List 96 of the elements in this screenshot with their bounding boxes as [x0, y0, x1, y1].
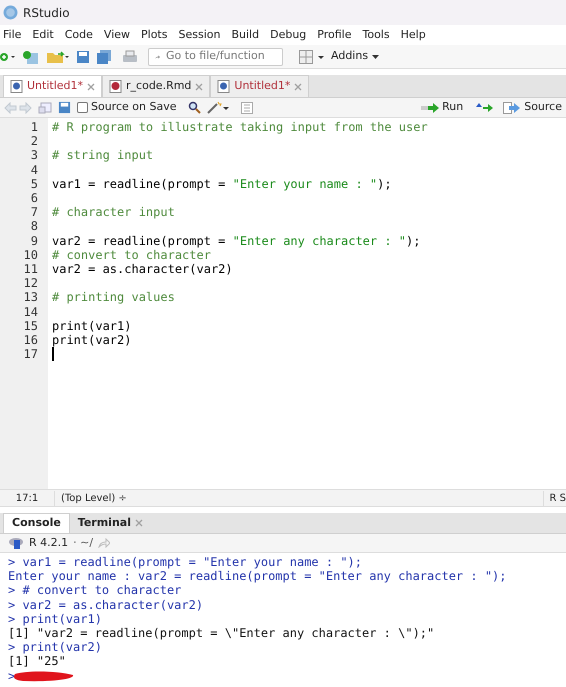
code-line: # R program to illustrate taking input from the user — [52, 120, 428, 134]
code-line: var2 = readline(prompt = "Enter any character : "); — [52, 234, 420, 248]
new-project-icon[interactable] — [22, 48, 40, 64]
console-line: > var1 = readline(prompt = "Enter your name : "); — [8, 555, 362, 570]
line-number: 16 — [22, 333, 39, 348]
search-icon[interactable] — [188, 101, 202, 114]
text-cursor — [52, 347, 54, 361]
source-button[interactable]: Source — [503, 99, 562, 116]
editor-tab[interactable]: r_code.Rmd — [102, 75, 210, 97]
r-logo-icon — [8, 537, 24, 549]
tab-label: Untitled1* — [27, 78, 84, 94]
code-line: # convert to character — [52, 248, 211, 262]
close-icon[interactable] — [87, 82, 96, 90]
working-directory: · ~/ — [73, 534, 94, 551]
save-icon[interactable] — [76, 50, 90, 64]
line-number: 9 — [30, 234, 39, 248]
addins-button[interactable]: Addins — [331, 48, 380, 65]
cursor-position: 17:1 — [0, 490, 55, 506]
go-to-directory-icon[interactable] — [98, 538, 110, 548]
run-arrow-icon — [421, 102, 440, 112]
line-number: 8 — [30, 219, 39, 234]
window-title: RStudio — [23, 4, 70, 22]
redaction-scribble — [13, 670, 76, 682]
menu-item[interactable]: Edit — [32, 26, 54, 44]
tab-label: r_code.Rmd — [126, 78, 192, 94]
checkbox-label: Source on Save — [91, 99, 176, 116]
rerun-icon[interactable] — [475, 102, 494, 113]
console-line: [1] "25" — [8, 654, 66, 669]
rstudio-logo-icon — [3, 5, 18, 20]
code-line: var1 = readline(prompt = "Enter your name : "); — [52, 176, 392, 191]
line-number: 17 — [22, 347, 39, 362]
line-number: 12 — [22, 276, 39, 290]
console-line: > var2 = as.character(var2) — [8, 598, 204, 612]
code-line: # string input — [52, 148, 154, 163]
run-button[interactable]: Run — [421, 99, 464, 116]
caret-icon — [372, 54, 380, 58]
code-line: var2 = as.character(var2) — [52, 262, 233, 276]
code-line: print(var1) — [52, 318, 132, 333]
tab-label: Terminal — [78, 514, 131, 531]
console-line: [1] "var2 = readline(prompt = \"Enter any character : \");" — [8, 626, 434, 640]
rmd-file-icon — [109, 80, 122, 93]
console-line: Enter your name : var2 = readline(prompt = "Enter any character : "); — [8, 569, 506, 584]
line-number: 11 — [22, 262, 39, 276]
menu-item[interactable]: View — [104, 26, 130, 44]
line-number: 7 — [30, 205, 39, 220]
menu-item[interactable]: Plots — [141, 26, 168, 44]
show-in-window-icon[interactable] — [38, 102, 52, 114]
print-icon[interactable] — [122, 50, 138, 64]
back-forward-icon[interactable] — [4, 102, 32, 114]
line-number: 3 — [30, 148, 39, 163]
line-number: 10 — [22, 248, 39, 262]
save-all-icon[interactable] — [96, 50, 112, 64]
console-tab[interactable]: Console — [3, 513, 70, 533]
menu-item[interactable]: Help — [400, 26, 426, 44]
menu-item[interactable]: Session — [178, 26, 220, 44]
line-number: 15 — [22, 318, 39, 334]
menu-item[interactable]: Debug — [270, 26, 306, 44]
line-number: 14 — [22, 304, 39, 319]
editor-tab[interactable]: Untitled1* — [210, 75, 310, 97]
close-icon[interactable] — [134, 519, 143, 527]
menu-item[interactable]: Build — [231, 26, 260, 44]
close-icon[interactable] — [195, 82, 204, 90]
line-number: 6 — [30, 191, 39, 206]
console-line: > print(var1) — [8, 612, 102, 626]
source-on-save-checkbox[interactable] — [77, 102, 88, 113]
go-to-file-field[interactable]: Go to file/function — [148, 48, 283, 66]
magic-wand-icon[interactable] — [207, 101, 230, 114]
tab-label: Console — [12, 515, 61, 532]
document-outline-icon[interactable] — [241, 102, 254, 114]
menu-item[interactable]: Code — [64, 26, 93, 44]
line-number: 5 — [30, 176, 39, 192]
line-number: 1 — [30, 120, 39, 134]
file-type-selector[interactable]: R S — [542, 490, 566, 506]
code-line: print(var2) — [52, 332, 132, 347]
menu-item[interactable]: File — [3, 26, 22, 44]
open-folder-icon[interactable] — [46, 50, 70, 64]
pane-layout-icon[interactable] — [299, 50, 325, 64]
save-icon[interactable] — [58, 101, 71, 114]
editor-tab[interactable]: Untitled1* — [3, 75, 102, 97]
r-file-icon — [217, 80, 230, 93]
source-arrow-icon — [503, 102, 522, 114]
menu-item[interactable]: Tools — [362, 26, 390, 44]
console-line: > print(var2) — [8, 640, 102, 654]
line-number: 4 — [30, 162, 39, 177]
code-line: # printing values — [52, 290, 175, 304]
line-number: 13 — [22, 290, 39, 305]
console-line: > # convert to character — [8, 583, 182, 598]
tab-label: Untitled1* — [234, 78, 290, 94]
r-file-icon — [10, 80, 23, 93]
r-version: R 4.2.1 — [29, 534, 68, 551]
scope-selector[interactable]: (Top Level) ÷ — [55, 490, 543, 506]
console-line: > — [8, 668, 16, 683]
menu-item[interactable]: Profile — [317, 26, 352, 44]
close-icon[interactable] — [294, 82, 302, 90]
code-line: # character input — [52, 205, 175, 220]
line-number: 2 — [30, 134, 39, 148]
